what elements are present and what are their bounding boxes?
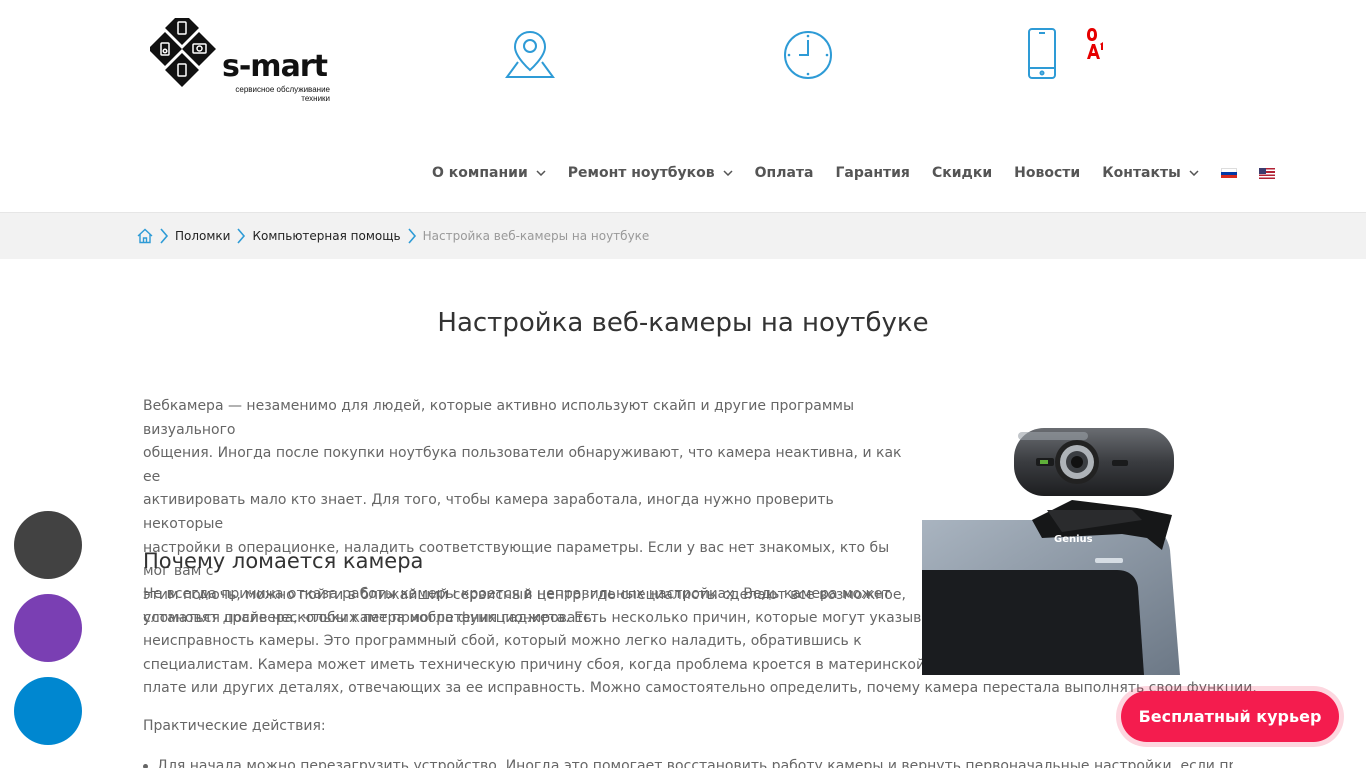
nav-laptop-repair[interactable]: Ремонт ноутбуков <box>568 165 733 181</box>
webcam-brand-label: Genius <box>1054 534 1093 545</box>
logo-tagline: сервисное обслуживание техники <box>235 85 330 103</box>
nav-news[interactable]: Новости <box>1014 165 1080 181</box>
phone-icon[interactable] <box>1028 28 1056 80</box>
nav-warranty[interactable]: Гарантия <box>836 165 910 181</box>
breadcrumb: Поломки Компьютерная помощь Настройка ве… <box>0 213 1366 259</box>
clock-icon[interactable] <box>782 29 834 81</box>
breadcrumb-link-breakdowns[interactable]: Поломки <box>175 229 230 243</box>
list-item: Для начала можно перезагрузить устройств… <box>143 755 1233 768</box>
webcam-image: Genius <box>922 428 1180 675</box>
section-heading: Почему ломается камера <box>143 549 424 573</box>
a1-operator-icon <box>1086 26 1106 62</box>
site-logo[interactable]: s-mart сервисное обслуживание техники <box>150 18 335 103</box>
breadcrumb-link-computer-help[interactable]: Компьютерная помощь <box>252 229 400 243</box>
nav-discounts[interactable]: Скидки <box>932 165 992 181</box>
logo-diamonds-icon <box>150 18 216 87</box>
nav-about[interactable]: О компании <box>432 165 546 181</box>
contact-button-dark[interactable] <box>14 511 82 579</box>
practical-label: Практические действия: <box>143 718 326 734</box>
chevron-right-icon <box>407 227 417 245</box>
chevron-down-icon <box>1189 170 1199 176</box>
breadcrumb-current: Настройка веб-камеры на ноутбуке <box>422 229 650 243</box>
site-header: s-mart сервисное обслуживание техники О … <box>0 0 1366 213</box>
us-flag-icon[interactable] <box>1258 167 1275 179</box>
chevron-right-icon <box>236 227 246 245</box>
chevron-right-icon <box>159 227 169 245</box>
logo-wordmark: s-mart <box>222 49 328 84</box>
contact-button-purple[interactable] <box>14 594 82 662</box>
free-courier-button[interactable]: Бесплатный курьер <box>1121 691 1339 742</box>
nav-payment[interactable]: Оплата <box>755 165 814 181</box>
page-title: Настройка веб-камеры на ноутбуке <box>437 308 929 338</box>
home-icon[interactable] <box>137 228 153 244</box>
nav-contacts[interactable]: Контакты <box>1102 165 1199 181</box>
main-nav: О компании Ремонт ноутбуков Оплата Гаран… <box>432 160 1297 186</box>
chevron-down-icon <box>536 170 546 176</box>
contact-button-blue[interactable] <box>14 677 82 745</box>
chevron-down-icon <box>723 170 733 176</box>
ru-flag-icon[interactable] <box>1220 167 1237 179</box>
map-pin-icon[interactable] <box>504 28 556 80</box>
